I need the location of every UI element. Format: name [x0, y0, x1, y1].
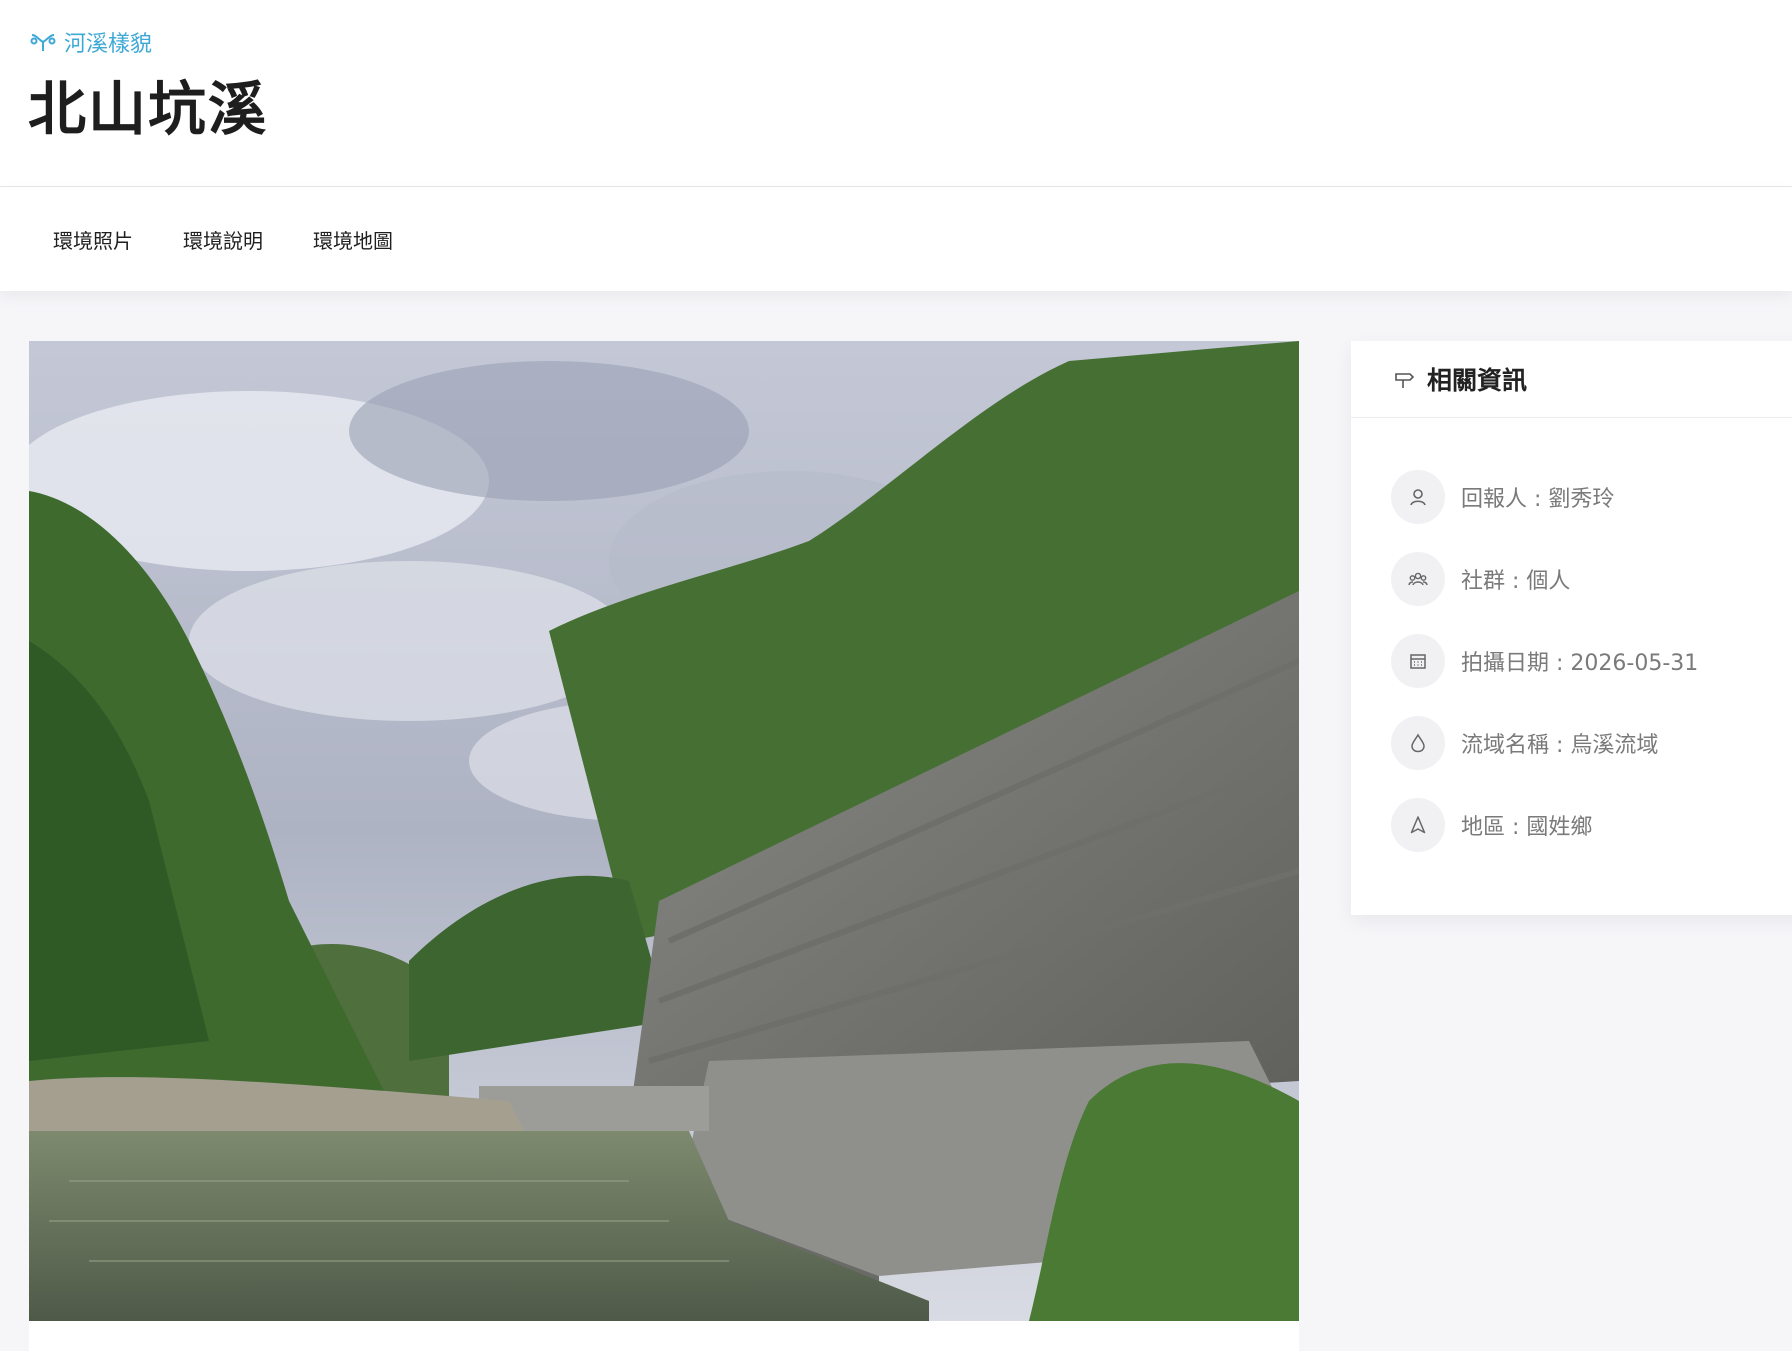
tab-description[interactable]: 環境說明	[158, 215, 288, 264]
category-link[interactable]: 河溪樣貌	[30, 26, 152, 58]
info-text: 回報人 : 劉秀玲	[1461, 487, 1615, 512]
related-info-card: 相關資訊 回報人 : 劉秀玲 社群 : 個人 拍攝日期: 2026-05-31…	[1351, 341, 1792, 915]
info-text: 拍攝日期 : 2026-05-31	[1461, 651, 1699, 676]
environment-photo[interactable]	[29, 341, 1299, 1321]
card-header: 相關資訊	[1351, 341, 1792, 418]
river-branch-icon	[30, 34, 56, 51]
water-drop-icon	[1411, 733, 1425, 753]
tab-map[interactable]: 環境地圖	[288, 215, 418, 264]
group-icon	[1408, 572, 1428, 586]
info-item-reporter: 回報人 : 劉秀玲	[1351, 456, 1792, 538]
photo-caption-area	[29, 1321, 1299, 1351]
tab-bar: 環境照片 環境說明 環境地圖	[0, 187, 1792, 291]
page-header: 河溪樣貌 北山坑溪	[0, 0, 1792, 187]
info-item-region: 地區 : 國姓鄉	[1351, 784, 1792, 866]
card-title: 相關資訊	[1427, 366, 1528, 395]
user-icon	[1410, 489, 1426, 506]
info-item-basin: 流域名稱 : 烏溪流域	[1351, 702, 1792, 784]
info-item-date: 拍攝日期 : 2026-05-31	[1351, 620, 1792, 702]
calendar-icon	[1410, 654, 1426, 669]
info-item-community: 社群 : 個人	[1351, 538, 1792, 620]
info-list: 回報人 : 劉秀玲 社群 : 個人 拍攝日期: 2026-05-31 流域名稱…	[1351, 418, 1792, 866]
info-text: 社群 : 個人	[1461, 569, 1571, 594]
category-label: 河溪樣貌	[64, 32, 153, 57]
tab-photos[interactable]: 環境照片	[28, 215, 158, 264]
page-title: 北山坑溪	[28, 75, 269, 143]
location-arrow-icon	[1410, 816, 1426, 834]
signpost-icon	[1395, 373, 1415, 388]
info-text: 流域名稱 : 烏溪流域	[1461, 733, 1659, 758]
info-text: 地區 : 國姓鄉	[1461, 815, 1593, 840]
